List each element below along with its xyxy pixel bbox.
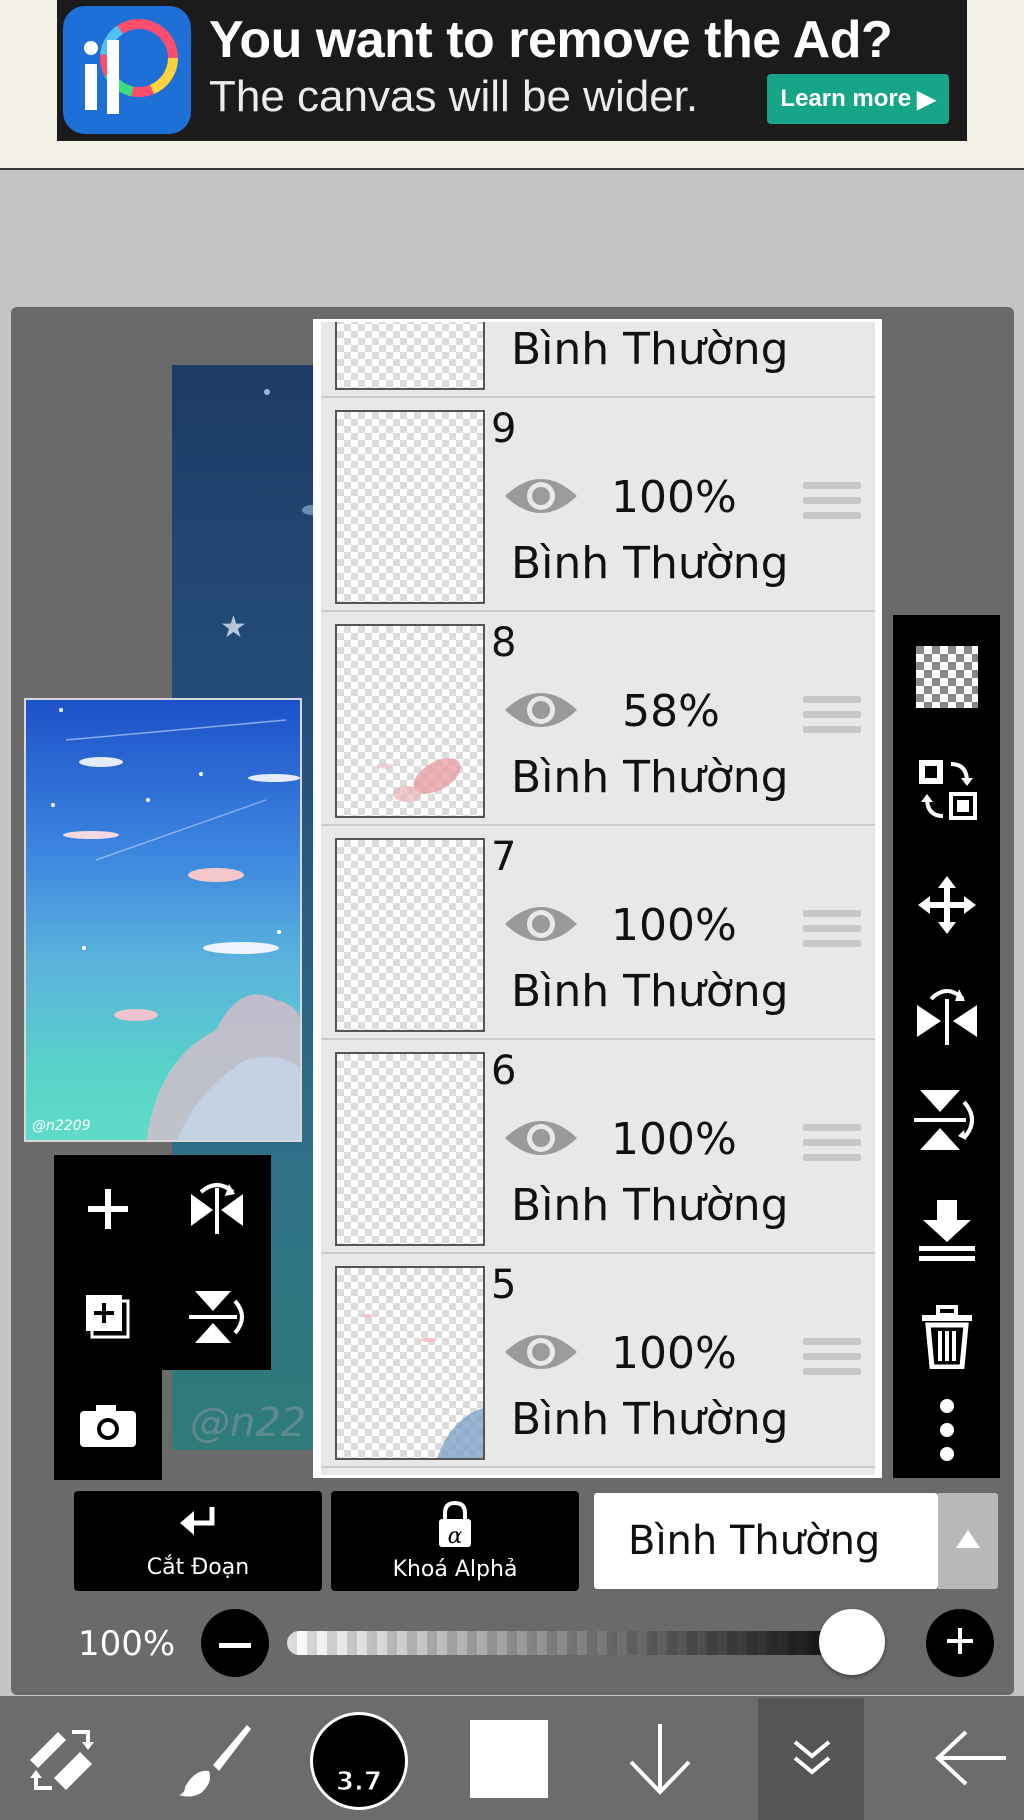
brush-size-indicator[interactable]: 3.7: [310, 1712, 408, 1810]
chevrons-down-icon: [791, 1738, 833, 1782]
layer-blend-mode: Bình Thường: [511, 324, 789, 375]
opacity-slider-knob[interactable]: [819, 1609, 885, 1675]
layer-number: 7: [491, 834, 517, 880]
arrow-down-icon[interactable]: [610, 1696, 710, 1820]
layer-row[interactable]: 7 100% Bình Thường: [321, 826, 875, 1040]
layer-row[interactable]: 8 58% Bình Thường: [321, 612, 875, 826]
ad-subtitle: The canvas will be wider.: [209, 72, 699, 121]
eye-icon[interactable]: [503, 1326, 579, 1378]
drag-handle-icon[interactable]: [803, 1124, 861, 1164]
tool-switch-icon[interactable]: [18, 1696, 106, 1820]
drag-handle-icon[interactable]: [803, 482, 861, 522]
opacity-increase-button[interactable]: [926, 1609, 994, 1677]
alpha-lock-button[interactable]: α Khoá Alphả: [331, 1491, 579, 1591]
clipping-arrow-icon: [178, 1503, 218, 1551]
flip-horizontal-icon[interactable]: [162, 1155, 271, 1263]
layer-blend-mode: Bình Thường: [511, 1394, 789, 1445]
preview-signature: @n2209: [32, 1118, 91, 1134]
layer-number: 9: [491, 406, 517, 452]
triangle-up-icon: [954, 1528, 982, 1554]
color-swatch[interactable]: [470, 1720, 548, 1798]
clipping-button[interactable]: Cắt Đoạn: [74, 1491, 322, 1591]
clipping-label: Cắt Đoạn: [146, 1554, 250, 1580]
alpha-lock-icon: α: [435, 1500, 475, 1553]
plus-icon: [945, 1626, 975, 1660]
layer-blend-mode: Bình Thường: [511, 538, 789, 589]
svg-text:★: ★: [220, 610, 247, 645]
play-arrow-icon: ▶: [917, 85, 936, 113]
drag-handle-icon[interactable]: [803, 910, 861, 950]
layer-opacity: 58%: [622, 686, 720, 737]
flip-vertical-icon[interactable]: [162, 1263, 271, 1370]
brush-size-value: 3.7: [335, 1767, 383, 1798]
layer-opacity: 100%: [611, 1328, 737, 1379]
opacity-slider[interactable]: [287, 1631, 883, 1655]
blend-mode-dropdown-button[interactable]: [938, 1493, 998, 1589]
layer-thumbnail[interactable]: [335, 624, 485, 818]
transparent-background-icon[interactable]: [893, 627, 1000, 727]
brush-icon[interactable]: [160, 1696, 260, 1820]
flip-vertical-icon[interactable]: [893, 1070, 1000, 1170]
blend-mode-value: Bình Thường: [628, 1518, 881, 1564]
eye-icon[interactable]: [503, 898, 579, 950]
layer-opacity: 100%: [611, 472, 737, 523]
blend-mode-select[interactable]: Bình Thường: [594, 1493, 938, 1589]
drag-handle-icon[interactable]: [803, 696, 861, 736]
layer-row[interactable]: Bình Thường: [321, 322, 875, 398]
layer-row[interactable]: 6 100% Bình Thường: [321, 1040, 875, 1254]
layer-opacity: 100%: [611, 1114, 737, 1165]
more-options-icon[interactable]: [893, 1380, 1000, 1480]
camera-icon[interactable]: [54, 1370, 162, 1480]
ad-title: You want to remove the Ad?: [209, 11, 893, 69]
svg-text:α: α: [448, 1524, 463, 1549]
layer-row[interactable]: 9 100% Bình Thường: [321, 398, 875, 612]
ad-banner[interactable]: You want to remove the Ad? The canvas wi…: [57, 0, 967, 141]
learn-more-button[interactable]: Learn more ▶: [767, 74, 949, 124]
layer-window-button[interactable]: [758, 1698, 864, 1820]
drag-handle-icon[interactable]: [803, 1338, 861, 1378]
layer-blend-mode: Bình Thường: [511, 752, 789, 803]
layer-row[interactable]: 5 100% Bình Thường: [321, 1254, 875, 1468]
layer-list[interactable]: Bình Thường 9 100% Bình Thường 8 58% Bìn…: [321, 322, 875, 1475]
layer-thumbnail[interactable]: [335, 322, 485, 390]
flip-horizontal-icon[interactable]: [893, 965, 1000, 1065]
eye-icon[interactable]: [503, 470, 579, 522]
bottom-toolbar: 3.7: [0, 1696, 1024, 1820]
eye-icon[interactable]: [503, 684, 579, 736]
canvas-signature: @n22: [190, 1400, 307, 1446]
layer-blend-mode: Bình Thường: [511, 1180, 789, 1231]
layer-thumbnail[interactable]: [335, 1052, 485, 1246]
learn-more-label: Learn more: [780, 85, 912, 112]
layer-thumbnail[interactable]: [335, 1266, 485, 1460]
canvas-preview[interactable]: @n2209: [24, 698, 302, 1142]
layer-mini-toolbar: [54, 1155, 271, 1370]
layer-tools-toolbar: [893, 615, 1000, 1478]
swap-layers-icon[interactable]: [893, 740, 1000, 840]
move-icon[interactable]: [893, 855, 1000, 955]
alpha-lock-label: Khoá Alphả: [392, 1556, 518, 1582]
layer-thumbnail[interactable]: [335, 838, 485, 1032]
back-arrow-icon[interactable]: [920, 1696, 1020, 1820]
layer-panel[interactable]: Bình Thường 9 100% Bình Thường 8 58% Bìn…: [313, 319, 882, 1478]
copy-layer-icon[interactable]: [54, 1263, 162, 1370]
layer-blend-mode: Bình Thường: [511, 966, 789, 1017]
minus-icon: [219, 1634, 251, 1653]
merge-down-icon[interactable]: [893, 1180, 1000, 1280]
add-layer-icon[interactable]: [54, 1155, 162, 1263]
ibispaint-logo: [63, 6, 191, 134]
layer-number: 6: [491, 1048, 517, 1094]
layer-number: 5: [491, 1262, 517, 1308]
camera-toolbar: [54, 1370, 162, 1480]
opacity-label: 100%: [78, 1624, 176, 1664]
layer-thumbnail[interactable]: [335, 410, 485, 604]
opacity-decrease-button[interactable]: [201, 1609, 269, 1677]
layer-number: 8: [491, 620, 517, 666]
eye-icon[interactable]: [503, 1112, 579, 1164]
trash-icon[interactable]: [893, 1287, 1000, 1387]
layer-opacity: 100%: [611, 900, 737, 951]
